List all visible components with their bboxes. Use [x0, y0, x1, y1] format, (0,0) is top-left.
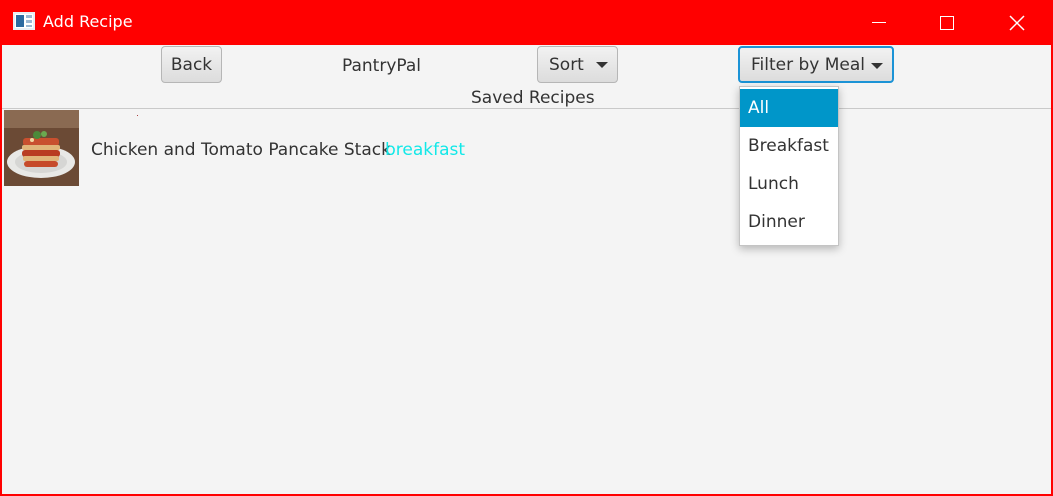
filter-label: Filter by Meal — [751, 54, 866, 75]
recipe-thumbnail — [4, 110, 79, 186]
window-title: Add Recipe — [43, 12, 133, 31]
recipe-name[interactable]: Chicken and Tomato Pancake Stack — [91, 140, 391, 160]
minimize-button[interactable] — [849, 0, 909, 45]
menu-item-lunch[interactable]: Lunch — [740, 165, 838, 203]
maximize-icon — [940, 15, 954, 30]
meal-type-tag: breakfast — [385, 140, 466, 160]
maximize-button[interactable] — [917, 0, 977, 45]
chevron-down-icon — [871, 63, 883, 69]
section-title: Saved Recipes — [471, 88, 595, 108]
title-bar[interactable]: Add Recipe — [0, 0, 1053, 45]
separator-dot — [137, 115, 138, 116]
recipe-list-item[interactable]: Chicken and Tomato Pancake Stack breakfa… — [2, 109, 1051, 187]
back-button[interactable]: Back — [161, 46, 222, 83]
main-content: Back PantryPal Sort Filter by Meal Saved… — [2, 45, 1051, 494]
sort-dropdown[interactable]: Sort — [537, 46, 618, 83]
chevron-down-icon — [596, 62, 608, 68]
app-name: PantryPal — [342, 56, 422, 76]
menu-item-breakfast[interactable]: Breakfast — [740, 127, 838, 165]
back-button-label: Back — [170, 54, 213, 75]
menu-item-all[interactable]: All — [740, 89, 838, 127]
close-button[interactable] — [987, 0, 1047, 45]
filter-menu: All Breakfast Lunch Dinner — [739, 86, 839, 246]
filter-by-meal-dropdown[interactable]: Filter by Meal — [738, 46, 894, 83]
close-icon — [1009, 14, 1025, 31]
menu-item-dinner[interactable]: Dinner — [740, 203, 838, 241]
app-window: Add Recipe Back PantryPal Sort Filter by… — [0, 0, 1053, 496]
app-icon — [13, 12, 35, 30]
sort-label: Sort — [549, 54, 584, 75]
minimize-icon — [872, 22, 886, 23]
